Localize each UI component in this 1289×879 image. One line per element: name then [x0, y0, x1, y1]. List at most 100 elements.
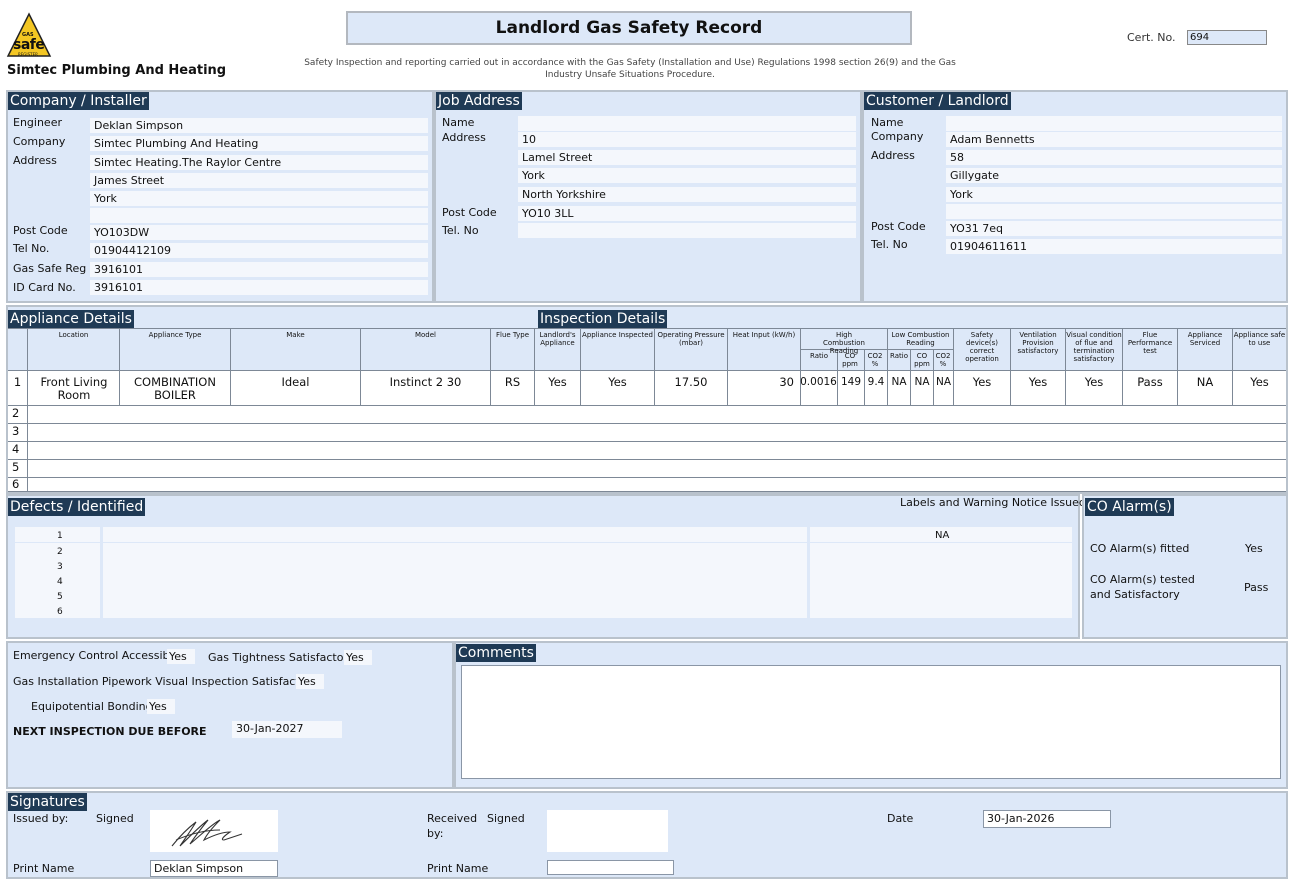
installer-company-label: Company: [13, 135, 66, 148]
customer-address-line-4: [946, 204, 1282, 219]
defect-label-issued: [810, 543, 1072, 558]
defect-number: 4: [57, 577, 63, 587]
pipework-inspection-label: Gas Installation Pipework Visual Inspect…: [13, 675, 318, 688]
customer-name-value: [946, 116, 1282, 131]
bonding-value: Yes: [147, 699, 175, 714]
customer-address-line-3: York: [946, 187, 1282, 202]
customer-company-label: Company: [871, 130, 924, 143]
cell-appliance-type: COMBINATION BOILER: [134, 376, 216, 402]
gas-tightness-value: Yes: [344, 650, 372, 665]
logo-register-text: REGISTER: [18, 52, 38, 57]
cell-make: Ideal: [281, 376, 310, 389]
next-inspection-date: 30-Jan-2027: [232, 721, 342, 738]
defect-label-issued: NA: [810, 527, 1072, 542]
customer-tel-label: Tel. No: [871, 238, 908, 251]
engineer-label: Engineer: [13, 116, 62, 129]
received-by-label-2: by:: [427, 827, 444, 840]
header-high-co2: CO2 %: [867, 352, 883, 368]
header-landlords-appliance: Landlord's Appliance: [539, 331, 576, 347]
defect-number: 3: [57, 562, 63, 572]
header-top-rule: [8, 328, 1286, 329]
bonding-label: Equipotential Bonding: [31, 700, 153, 713]
customer-address-label: Address: [871, 149, 915, 162]
header-high-co: CO ppm: [842, 352, 858, 368]
received-print-name-label: Print Name: [427, 862, 489, 875]
job-address-title: Job Address: [436, 92, 522, 110]
cell-safety-device: Yes: [972, 376, 992, 389]
defects-title: Defects / Identified: [8, 498, 146, 516]
header-flue-performance: Flue Performance test: [1127, 331, 1173, 355]
cell-appliance-serviced: NA: [1196, 376, 1214, 389]
pipework-inspection-value: Yes: [296, 674, 324, 689]
gas-safe-logo: GAS safe REGISTER: [6, 12, 52, 60]
defect-description: [103, 603, 807, 618]
cell-visual-condition: Yes: [1084, 376, 1104, 389]
page-title: Landlord Gas Safety Record: [346, 11, 912, 45]
appliance-details-title: Appliance Details: [8, 310, 134, 328]
received-signature-box[interactable]: [547, 810, 668, 852]
defect-row: 4: [15, 573, 100, 588]
date-field[interactable]: 30-Jan-2026: [983, 810, 1111, 828]
customer-address-line-1: 58: [946, 150, 1282, 165]
id-card-label: ID Card No.: [13, 281, 76, 294]
cell-ventilation: Yes: [1028, 376, 1048, 389]
job-tel-label: Tel. No: [442, 224, 479, 237]
installer-address-line-2: James Street: [90, 173, 428, 188]
cert-label: Cert. No.: [1127, 31, 1176, 44]
cell-flue-performance: Pass: [1137, 376, 1163, 389]
header-high-ratio: Ratio: [810, 352, 828, 360]
cell-low-co2: NA: [935, 376, 952, 388]
defect-row: 1: [15, 527, 100, 542]
received-print-name-field[interactable]: [547, 860, 674, 875]
labels-warning-heading: Labels and Warning Notice Issued: [900, 496, 1086, 509]
engineer-signature: [150, 810, 278, 852]
customer-name-label: Name: [871, 116, 904, 129]
labels-issued-value: NA: [935, 530, 950, 541]
cell-landlords-appliance: Yes: [548, 376, 567, 389]
defect-number: 2: [57, 547, 63, 557]
gas-safe-reg-value: 3916101: [90, 262, 428, 277]
row-number: 3: [12, 425, 20, 438]
cell-divider: [119, 370, 120, 405]
logo-text: safe: [13, 37, 45, 53]
company-name: Simtec Plumbing And Heating: [7, 63, 227, 78]
table-row: [8, 441, 1286, 459]
header-appliance-inspected: Appliance Inspected: [582, 331, 653, 339]
co-alarm-title: CO Alarm(s): [1085, 498, 1174, 516]
co-alarm-tested-value: Pass: [1244, 581, 1269, 594]
header-make: Make: [286, 331, 305, 339]
cell-divider: [27, 405, 28, 492]
job-name-value: [518, 116, 856, 131]
header-low-co: CO ppm: [914, 352, 930, 368]
cell-appliance-inspected: Yes: [608, 376, 627, 389]
header-operating-pressure: Operating Pressure (mbar): [657, 331, 725, 347]
job-address-label: Address: [442, 131, 486, 144]
defect-label-issued: [810, 558, 1072, 573]
job-postcode-value: YO10 3LL: [518, 206, 856, 221]
table-row: [8, 459, 1286, 477]
date-label: Date: [887, 812, 914, 825]
header-model: Model: [414, 331, 437, 339]
print-name-label: Print Name: [13, 862, 75, 875]
header-low-co2: CO2 %: [935, 352, 951, 368]
customer-postcode-label: Post Code: [871, 220, 926, 233]
header-appliance-safe: Appliance safe to use: [1233, 331, 1286, 347]
installer-title: Company / Installer: [8, 92, 149, 110]
cert-number-field[interactable]: 694: [1187, 30, 1267, 45]
row-number: 2: [12, 407, 20, 420]
row-number: 6: [12, 478, 20, 491]
cell-high-co2: 9.4: [867, 376, 885, 388]
defect-description: [103, 543, 807, 558]
installer-company-value: Simtec Plumbing And Heating: [90, 136, 428, 151]
defect-label-issued: [810, 603, 1072, 618]
comments-field[interactable]: [461, 665, 1281, 779]
inspection-details-title: Inspection Details: [538, 310, 668, 328]
cell-low-ratio: NA: [891, 376, 907, 388]
issued-signed-label: Signed: [96, 812, 134, 825]
defect-description: [103, 527, 807, 542]
header-ventilation: Ventilation Provision satisfactory: [1017, 331, 1059, 355]
customer-address-line-2: Gillygate: [946, 168, 1282, 183]
print-name-field[interactable]: Deklan Simpson: [150, 860, 278, 877]
defect-number: 1: [57, 531, 63, 541]
header-low-combustion: Low Combustion Reading: [891, 331, 950, 347]
